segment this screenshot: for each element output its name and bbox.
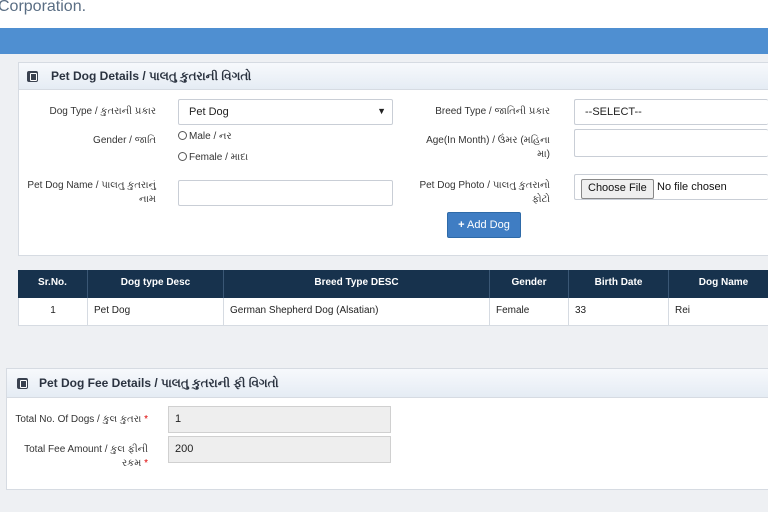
no-file-text: No file chosen	[657, 181, 727, 193]
col-gender: Gender	[490, 270, 569, 298]
col-breed-type: Breed Type DESC	[224, 270, 490, 298]
dog-type-value: Pet Dog	[189, 106, 229, 118]
col-dog-type: Dog type Desc	[88, 270, 224, 298]
table-header-row: Sr.No. Dog type Desc Breed Type DESC Gen…	[18, 270, 768, 298]
nav-bar	[0, 28, 768, 54]
fee-details-header: Pet Dog Fee Details / પાલતુ કુતરાની ફી વ…	[7, 369, 768, 398]
add-dog-button[interactable]: + Add Dog	[447, 212, 521, 238]
cell-sr-no: 1	[18, 298, 88, 326]
gender-male-label: Male / નર	[189, 131, 232, 142]
cell-dog-name: Rei	[669, 298, 768, 326]
total-dogs-field: 1	[168, 406, 391, 433]
breed-type-select[interactable]: --SELECT--	[574, 99, 768, 125]
gender-female-radio[interactable]: Female / માદા	[178, 152, 248, 163]
breed-type-value: --SELECT--	[585, 106, 642, 118]
required-mark: *	[144, 458, 148, 469]
total-dogs-text: Total No. Of Dogs / કુલ કુતરા	[15, 414, 142, 425]
required-mark: *	[144, 414, 148, 425]
edit-icon	[17, 378, 28, 389]
cell-gender: Female	[490, 298, 569, 326]
gender-male-radio[interactable]: Male / નર	[178, 131, 232, 142]
cell-dog-type: Pet Dog	[88, 298, 224, 326]
dog-type-select[interactable]: Pet Dog ▼	[178, 99, 393, 125]
dog-details-title: Pet Dog Details / પાલતુ કુતરાની વિગતો	[51, 69, 252, 83]
edit-icon	[27, 71, 38, 82]
cell-birth-date: 33	[569, 298, 669, 326]
col-dog-name: Dog Name	[669, 270, 768, 298]
col-birth-date: Birth Date	[569, 270, 669, 298]
dog-type-label: Dog Type / કુતરાની પ્રકાર	[49, 106, 156, 117]
corporation-name: Corporation.	[0, 0, 87, 15]
table-row: 1 Pet Dog German Shepherd Dog (Alsatian)…	[18, 298, 768, 326]
age-label-cont: મા)	[537, 149, 550, 160]
total-fee-label-cont: રકમ *	[8, 457, 148, 471]
radio-circle-icon	[178, 131, 187, 140]
dog-photo-label: Pet Dog Photo / પાલતુ કુતરાનો	[419, 180, 550, 191]
breed-type-label: Breed Type / જાતિની પ્રકાર	[435, 106, 550, 117]
dog-name-label-cont: નામ	[139, 194, 156, 205]
chevron-down-icon: ▼	[377, 106, 386, 116]
top-header: Corporation.	[0, 0, 768, 28]
total-dogs-label: Total No. Of Dogs / કુલ કુતરા *	[8, 413, 148, 427]
gender-female-label: Female / માદા	[189, 152, 249, 163]
dog-details-panel: Pet Dog Details / પાલતુ કુતરાની વિગતો	[18, 62, 768, 256]
fee-details-title: Pet Dog Fee Details / પાલતુ કુતરાની ફી વ…	[39, 376, 279, 390]
dog-details-header: Pet Dog Details / પાલતુ કુતરાની વિગતો	[19, 63, 768, 90]
total-fee-label: Total Fee Amount / કુલ ફીની	[24, 444, 148, 455]
choose-file-button[interactable]: Choose File	[581, 179, 654, 199]
dog-photo-label-cont: ફોટો	[532, 194, 550, 205]
plus-icon: +	[458, 219, 465, 231]
cell-breed-type: German Shepherd Dog (Alsatian)	[224, 298, 490, 326]
dog-photo-file-input[interactable]: Choose File No file chosen	[574, 174, 768, 200]
dog-name-input[interactable]	[178, 180, 393, 206]
dog-name-label: Pet Dog Name / પાલતુ કુતરાનું	[27, 180, 156, 191]
col-sr-no: Sr.No.	[18, 270, 88, 298]
total-fee-field: 200	[168, 436, 391, 463]
age-input[interactable]	[574, 129, 768, 157]
radio-circle-icon	[178, 152, 187, 161]
total-fee-text-cont: રકમ	[122, 458, 142, 469]
gender-label: Gender / જાતિ	[93, 135, 156, 146]
add-dog-label: Add Dog	[467, 219, 510, 231]
age-label: Age(In Month) / ઉંમર (મહિના	[426, 135, 550, 146]
